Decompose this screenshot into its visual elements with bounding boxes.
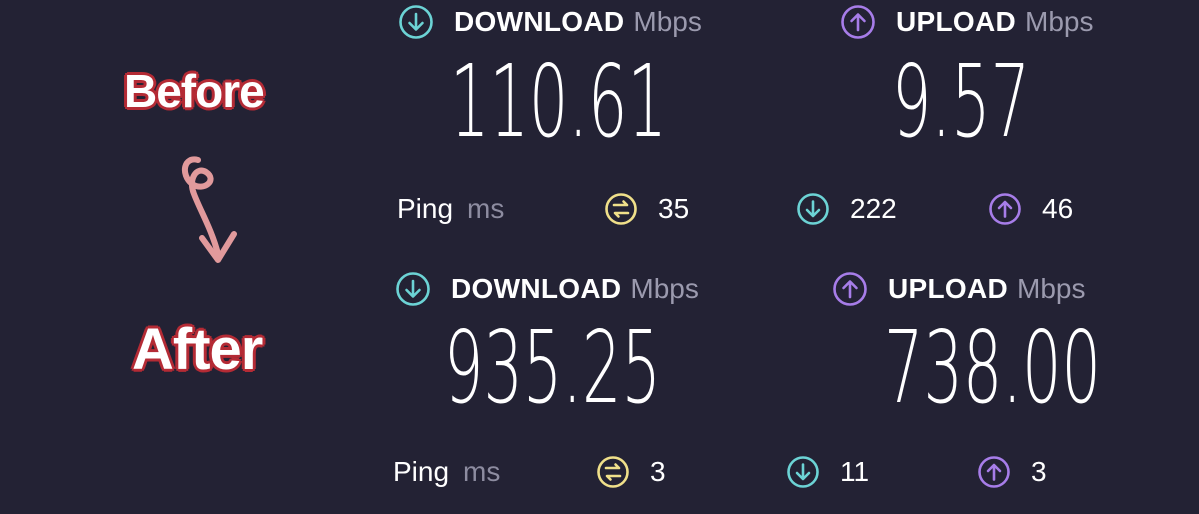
- ping-idle-icon: [596, 455, 630, 489]
- ping-label: Ping: [397, 193, 454, 224]
- before-ping-row: Ping ms: [397, 193, 504, 225]
- before-download-speed: 110.61: [450, 43, 667, 160]
- before-ping-download: 222: [796, 192, 897, 226]
- upload-arrow-icon: [840, 4, 876, 40]
- after-ping-upload: 3: [977, 455, 1047, 489]
- after-download-header: DOWNLOAD Mbps: [395, 271, 699, 307]
- ping-label: Ping: [393, 456, 450, 487]
- ping-unit: ms: [463, 456, 501, 487]
- upload-title: UPLOAD: [896, 6, 1017, 37]
- download-arrow-icon: [786, 455, 820, 489]
- before-ping-upload: 46: [988, 192, 1073, 226]
- download-arrow-icon: [796, 192, 830, 226]
- before-upload-speed: 9.57: [892, 43, 1031, 160]
- upload-arrow-icon: [988, 192, 1022, 226]
- download-title: DOWNLOAD: [451, 273, 622, 304]
- download-unit: Mbps: [633, 6, 702, 37]
- after-ping-download: 11: [786, 455, 869, 489]
- upload-unit: Mbps: [1025, 6, 1094, 37]
- ping-download-value: 222: [850, 193, 897, 224]
- download-arrow-icon: [395, 271, 431, 307]
- after-download-speed: 935.25: [444, 309, 661, 426]
- before-ping-idle: 35: [604, 192, 689, 226]
- upload-arrow-icon: [977, 455, 1011, 489]
- ping-idle-icon: [604, 192, 638, 226]
- curly-arrow-icon: [181, 156, 237, 263]
- download-arrow-icon: [398, 4, 434, 40]
- after-ping-idle: 3: [596, 455, 666, 489]
- ping-upload-value: 46: [1042, 193, 1074, 224]
- upload-arrow-icon: [832, 271, 868, 307]
- download-title: DOWNLOAD: [454, 6, 625, 37]
- after-label: After: [132, 317, 263, 382]
- after-upload-speed: 738.00: [884, 309, 1101, 426]
- before-download-header: DOWNLOAD Mbps: [398, 4, 702, 40]
- after-upload-header: UPLOAD Mbps: [832, 271, 1086, 307]
- ping-download-value: 11: [840, 456, 870, 487]
- before-upload-header: UPLOAD Mbps: [840, 4, 1094, 40]
- ping-upload-value: 3: [1031, 456, 1047, 487]
- before-label: Before: [124, 65, 265, 117]
- ping-idle-value: 3: [650, 456, 666, 487]
- ping-idle-value: 35: [658, 193, 690, 224]
- upload-unit: Mbps: [1017, 273, 1086, 304]
- upload-title: UPLOAD: [888, 273, 1009, 304]
- ping-unit: ms: [467, 193, 505, 224]
- after-ping-row: Ping ms: [393, 456, 500, 488]
- download-unit: Mbps: [630, 273, 699, 304]
